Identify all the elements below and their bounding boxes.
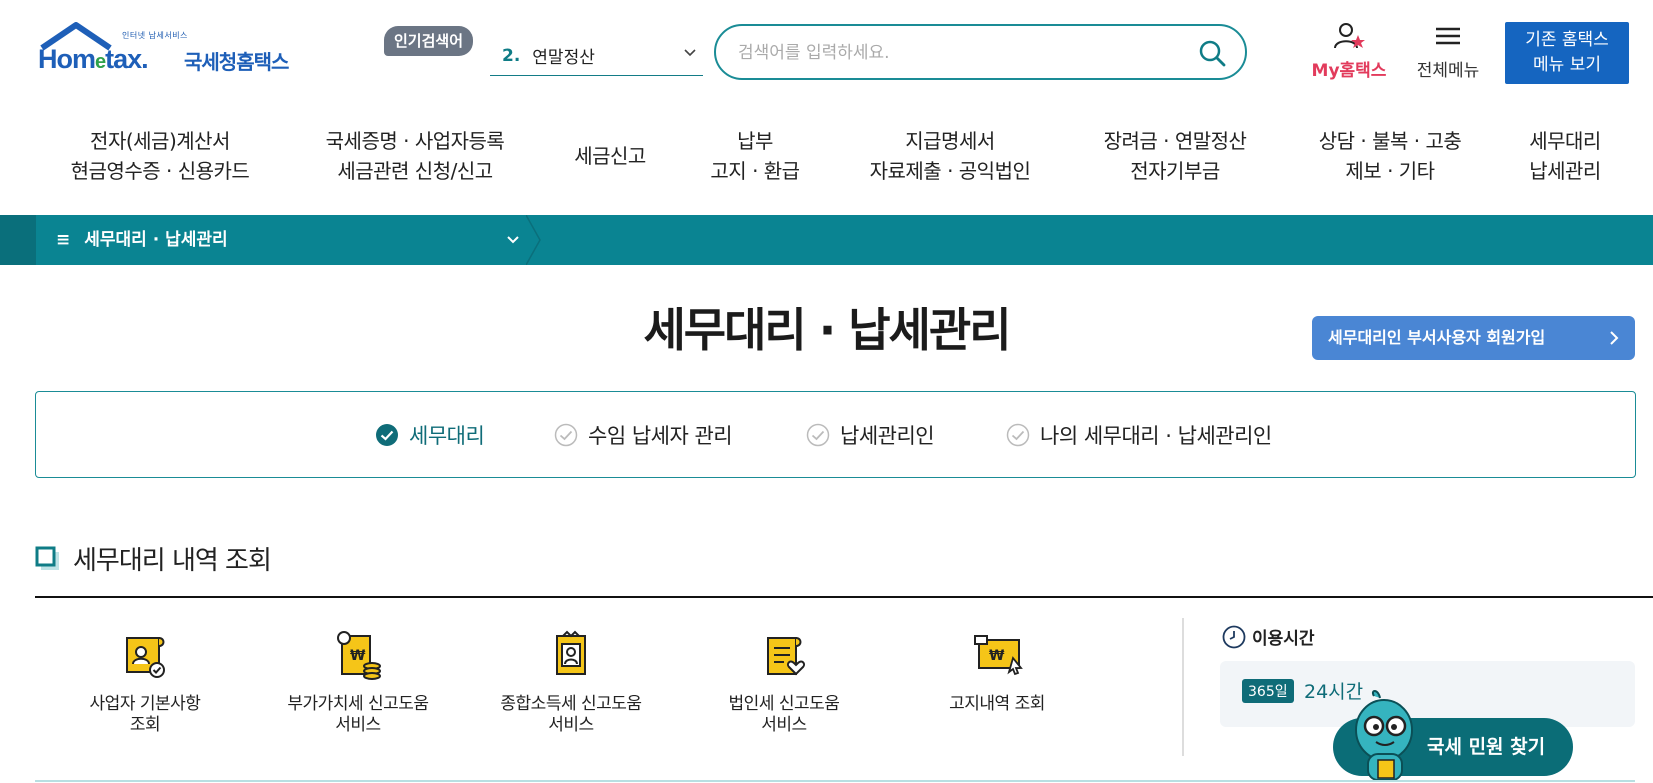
section-square-icon <box>35 546 59 570</box>
gnb-item-incentive[interactable]: 장려금 · 연말정산 전자기부금 <box>1090 126 1260 186</box>
service-corporate-tax-help[interactable]: 법인세 신고도움 서비스 <box>679 628 889 736</box>
breadcrumb-separator-icon <box>526 215 541 265</box>
clock-icon <box>1222 625 1246 648</box>
tab-tax-administrator[interactable]: 납세관리인 <box>806 420 935 450</box>
popular-rank: 2. <box>502 45 521 66</box>
chevron-down-icon <box>684 49 696 57</box>
business-info-icon <box>126 637 165 678</box>
main-navigation: 전자(세금)계산서 현금영수증 · 신용카드 국세증명 · 사업자등록 세금관련 신… <box>0 116 1653 192</box>
usage-time-header: 이용시간 <box>1222 624 1315 649</box>
tab-client-management[interactable]: 수임 납세자 관리 <box>554 420 733 450</box>
service-notice-history[interactable]: ₩ 고지내역 조회 <box>892 628 1102 715</box>
location-current: 세무대리 · 납세관리 <box>84 230 228 250</box>
all-menu-button[interactable]: 전체메뉴 <box>1408 22 1488 81</box>
search-icon[interactable] <box>1197 38 1227 68</box>
old-hometax-line1: 기존 홈택스 <box>1525 30 1609 50</box>
check-circle-icon <box>1006 423 1030 447</box>
usage-days-badge: 365일 <box>1242 679 1294 703</box>
check-circle-filled-icon <box>376 424 398 446</box>
logo-subtitle: 인터넷 납세서비스 <box>122 31 188 40</box>
signup-label: 세무대리인 부서사용자 회원가입 <box>1328 328 1546 347</box>
popular-term: 연말정산 <box>532 48 595 68</box>
chevron-down-icon <box>507 236 519 244</box>
tab-my-agent-administrator[interactable]: 나의 세무대리 · 납세관리인 <box>1006 420 1272 450</box>
gnb-item-tax-agent[interactable]: 세무대리 납세관리 <box>1515 126 1615 186</box>
gnb-item-tax-report[interactable]: 세금신고 <box>560 141 660 171</box>
service-vat-help[interactable]: ₩ 부가가치세 신고도움 서비스 <box>253 628 463 736</box>
gnb-item-certificate[interactable]: 국세증명 · 사업자등록 세금관련 신청/신고 <box>310 126 520 186</box>
vat-help-icon: ₩ <box>337 631 381 680</box>
notice-history-icon: ₩ <box>974 635 1023 676</box>
corporate-tax-help-icon <box>767 637 806 676</box>
check-circle-icon <box>806 423 830 447</box>
popular-search-select[interactable]: 2. 연말정산 <box>490 36 703 76</box>
chevron-right-icon <box>1610 331 1619 345</box>
svg-text:₩: ₩ <box>989 648 1005 664</box>
all-menu-label: 전체메뉴 <box>1416 61 1480 81</box>
service-income-tax-help[interactable]: 종합소득세 신고도움 서비스 <box>466 628 676 736</box>
content-bottom-border <box>35 780 1635 782</box>
my-hometax-label: My홈택스 <box>1311 61 1387 81</box>
gnb-item-e-invoice[interactable]: 전자(세금)계산서 현금영수증 · 신용카드 <box>60 126 260 186</box>
search-input[interactable] <box>738 38 1178 68</box>
logo-korean: 국세청홈택스 <box>184 50 289 74</box>
service-business-info[interactable]: 사업자 기본사항 조회 <box>40 628 250 736</box>
income-tax-help-icon <box>556 630 586 675</box>
check-circle-icon <box>554 423 578 447</box>
svg-text:₩: ₩ <box>350 648 366 664</box>
user-star-icon <box>1334 23 1365 49</box>
section-title: 세무대리 내역 조회 <box>73 546 272 576</box>
old-hometax-line2: 메뉴 보기 <box>1533 55 1601 75</box>
gnb-item-payment-statement[interactable]: 지급명세서 자료제출 · 공익법인 <box>860 126 1040 186</box>
menu-lines-icon: ≡ <box>56 230 71 250</box>
hometax-logo[interactable]: 인터넷 납세서비스 Hometax. 국세청홈택스 <box>36 22 296 82</box>
usage-time-title: 이용시간 <box>1252 629 1315 649</box>
agent-staff-signup-button[interactable]: 세무대리인 부서사용자 회원가입 <box>1312 316 1635 360</box>
mascot-character-icon[interactable] <box>1346 690 1424 783</box>
civil-button-label: 국세 민원 찾기 <box>1427 736 1546 758</box>
gnb-item-consulting[interactable]: 상담 · 불복 · 고충 제보 · 기타 <box>1305 126 1475 186</box>
sub-tabs: 세무대리 수임 납세자 관리 납세관리인 나의 세무대리 · 납세관리인 <box>35 391 1636 478</box>
location-select[interactable]: ≡ 세무대리 · 납세관리 <box>36 215 526 265</box>
location-bar: ≡ 세무대리 · 납세관리 <box>0 215 1653 265</box>
section-header: 세무대리 내역 조회 <box>35 540 272 577</box>
tab-tax-agent[interactable]: 세무대리 <box>375 420 485 450</box>
location-home-block <box>0 215 36 265</box>
section-divider <box>35 596 1653 598</box>
vertical-divider <box>1182 618 1184 756</box>
old-hometax-menu-button[interactable]: 기존 홈택스 메뉴 보기 <box>1505 22 1629 84</box>
logo-wordmark: Hometax. <box>38 44 149 74</box>
my-hometax-button[interactable]: My홈택스 <box>1304 22 1394 81</box>
search-bar <box>714 24 1247 80</box>
hamburger-icon <box>1436 27 1460 45</box>
popular-search-badge: 인기검색어 <box>384 26 474 56</box>
gnb-item-payment[interactable]: 납부 고지 · 환급 <box>700 126 810 186</box>
